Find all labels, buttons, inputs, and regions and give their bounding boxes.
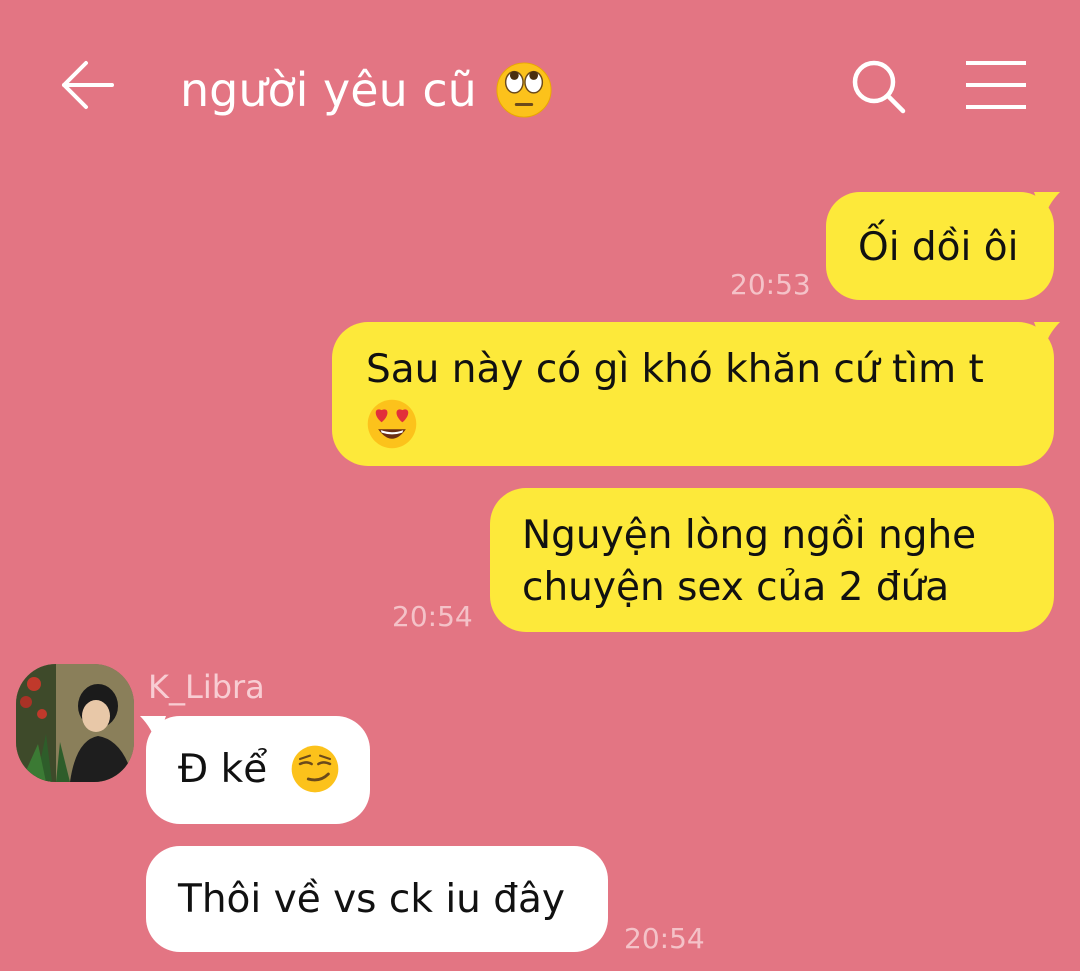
- back-button[interactable]: [58, 55, 118, 115]
- message-time: 20:53: [730, 268, 811, 301]
- message-text: Ối dồi ôi: [858, 225, 1019, 270]
- sender-name: K_Libra: [148, 668, 265, 706]
- message-text: Sau này có gì khó khăn cứ tìm t: [366, 347, 984, 392]
- bubble-tail: [1034, 192, 1060, 220]
- message-text-line: Nguyện lòng ngồi nghe: [522, 513, 977, 558]
- message-text-line: chuyện sex của 2 đứa: [522, 565, 950, 610]
- message-text: Đ kể: [178, 747, 268, 792]
- chat-header: người yêu cũ: [0, 0, 1080, 175]
- avatar-photo: [16, 664, 134, 782]
- outgoing-message-bubble[interactable]: Nguyện lòng ngồi nghe chuyện sex của 2 đ…: [490, 488, 1054, 632]
- incoming-message-bubble[interactable]: Đ kể: [146, 716, 370, 824]
- arrow-left-icon: [62, 61, 114, 109]
- avatar[interactable]: [16, 664, 134, 782]
- outgoing-message-bubble[interactable]: Ối dồi ôi: [826, 192, 1054, 300]
- message-time: 20:54: [392, 600, 473, 633]
- hamburger-menu-icon: [966, 61, 1026, 109]
- chat-title-text: người yêu cũ: [180, 63, 477, 117]
- search-icon: [852, 60, 906, 114]
- incoming-message-bubble[interactable]: Thôi về vs ck iu đây: [146, 846, 608, 952]
- search-button[interactable]: [848, 56, 908, 116]
- menu-button[interactable]: [964, 58, 1028, 112]
- eye-roll-emoji-icon: [496, 62, 552, 118]
- message-text: Thôi về vs ck iu đây: [178, 877, 566, 922]
- heart-eyes-emoji-icon: [367, 399, 417, 448]
- chat-title: người yêu cũ: [180, 58, 553, 122]
- smirk-emoji-icon: [291, 745, 338, 792]
- bubble-tail: [1034, 322, 1060, 350]
- message-time: 20:54: [624, 922, 705, 955]
- outgoing-message-bubble[interactable]: Sau này có gì khó khăn cứ tìm t: [332, 322, 1054, 466]
